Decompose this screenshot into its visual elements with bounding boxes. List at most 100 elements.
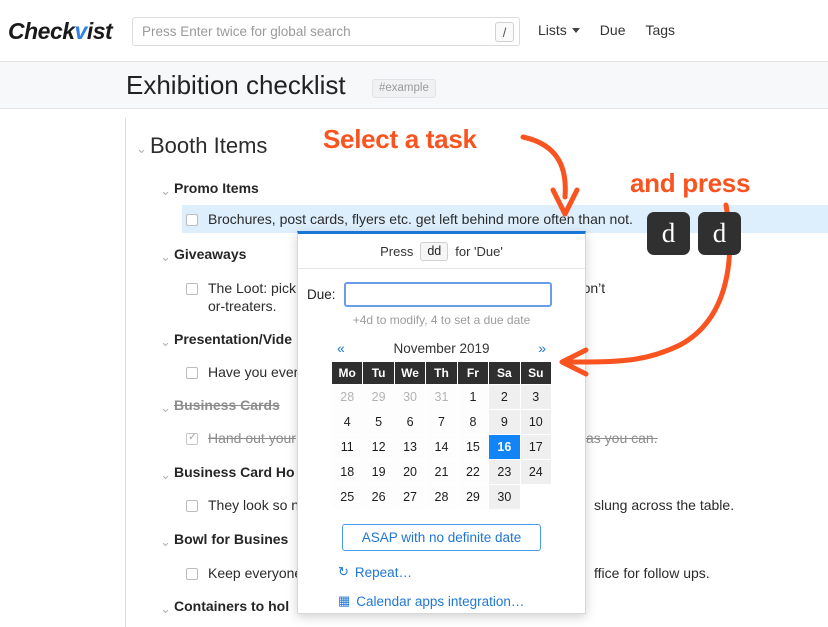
outline-row-promo-items[interactable]: ⌄ Promo Items [160,180,259,197]
nav-item-tags[interactable]: Tags [645,22,675,38]
outline-heading-label: Business Cards [174,397,280,413]
calendar-day-cell[interactable]: 28 [426,485,457,509]
outline-heading-label: Presentation/Vide [174,331,293,347]
calendar-day-cell[interactable]: 12 [363,435,394,459]
calendar-day-cell[interactable]: 9 [489,410,520,434]
calendar-day-cell[interactable]: 13 [394,435,426,459]
calendar-grid: Mo Tu We Th Fr Sa Su 28 29 30 31 1 2 3 4 5 6 7 8 9 10 11 12 13 1… [332,362,551,509]
calendar-day-cell[interactable]: 19 [363,460,394,484]
nav-item-due[interactable]: Due [600,22,626,38]
chevron-down-icon[interactable]: ⌄ [160,401,174,414]
task-row-they-look-so[interactable]: They look so n [186,497,299,513]
calendar-next-month-icon[interactable]: » [533,340,551,356]
calendar-day-cell[interactable]: 25 [332,485,363,509]
calendar-day-selected[interactable]: 16 [489,435,520,459]
chevron-down-icon[interactable]: ⌄ [160,535,174,548]
outline-row-bowl-for-business[interactable]: ⌄ Bowl for Busines [160,531,288,548]
task-checkbox[interactable] [186,214,198,226]
repeat-link-label: Repeat… [354,564,412,580]
annotation-select-a-task: Select a task [323,124,477,154]
calendar-day-cell[interactable]: 28 [332,385,363,409]
due-popup-hint-for: for 'Due' [455,243,503,259]
chevron-down-icon[interactable]: ⌄ [160,184,174,197]
task-checkbox[interactable] [186,568,198,580]
outline-row-containers[interactable]: ⌄ Containers to hol [160,598,289,615]
calendar-day-cell[interactable]: 29 [457,485,489,509]
task-checkbox[interactable] [186,500,198,512]
calendar-day-cell[interactable]: 27 [394,485,426,509]
keycap-d-second: d [698,212,741,255]
calendar-day-cell[interactable]: 20 [394,460,426,484]
logo-text-prefix: Check [8,18,75,44]
logo-text-suffix: ist [86,18,113,44]
calendar-day-cell[interactable]: 30 [489,485,520,509]
calendar-day-cell[interactable]: 17 [520,435,551,459]
outline-row-presentation-video[interactable]: ⌄ Presentation/Vide [160,331,292,348]
repeat-icon: ↻ [338,564,349,579]
calendar-weekday-header: Su [520,362,551,384]
calendar-navigation: « November 2019 » [332,340,551,356]
calendar-day-cell[interactable]: 6 [394,410,426,434]
page-title: Exhibition checklist [126,70,346,100]
search-shortcut-key-badge: / [495,22,514,42]
task-checkbox[interactable] [186,283,198,295]
task-row-the-loot[interactable]: The Loot: pick [186,280,296,296]
task-checkbox[interactable] [186,367,198,379]
task-row-keep-everyone[interactable]: Keep everyone [186,565,302,581]
task-label: They look so n [208,497,300,513]
chevron-down-icon[interactable]: ⌄ [160,250,174,263]
calendar-day-cell[interactable]: 11 [332,435,363,459]
due-date-input[interactable] [343,282,552,307]
app-logo[interactable]: Checkvist [8,18,113,45]
calendar-day-cell[interactable]: 3 [520,385,551,409]
calendar-day-cell[interactable]: 22 [457,460,489,484]
calendar-integration-link[interactable]: ▦ Calendar apps integration… [338,593,585,609]
nav-item-lists[interactable]: Lists [538,22,580,38]
task-label-tail: as you can. [586,430,658,446]
calendar-day-cell[interactable]: 4 [332,410,363,434]
calendar-day-cell[interactable]: 14 [426,435,457,459]
outline-row-booth-items[interactable]: ⌄ Booth Items [136,133,267,159]
chevron-down-icon[interactable]: ⌄ [160,335,174,348]
chevron-down-icon[interactable]: ⌄ [160,468,174,481]
calendar-day-cell[interactable]: 7 [426,410,457,434]
calendar-day-cell[interactable]: 21 [426,460,457,484]
calendar-day-cell[interactable]: 23 [489,460,520,484]
task-label-tail: slung across the table. [594,497,735,513]
outline-heading-label: Promo Items [174,180,259,196]
asap-no-definite-date-button[interactable]: ASAP with no definite date [342,524,541,551]
calendar-day-cell[interactable]: 26 [363,485,394,509]
calendar-prev-month-icon[interactable]: « [332,340,350,356]
calendar-day-cell[interactable]: 18 [332,460,363,484]
indent-guide-line [125,118,126,627]
calendar-day-cell[interactable]: 15 [457,435,489,459]
calendar-day-cell[interactable]: 5 [363,410,394,434]
calendar-day-cell[interactable]: 24 [520,460,551,484]
calendar-day-cell[interactable]: 8 [457,410,489,434]
task-row-have-you-ever[interactable]: Have you ever [186,364,298,380]
task-checkbox[interactable] [186,430,198,445]
calendar-icon: ▦ [338,593,351,608]
due-field-label: Due: [307,287,336,302]
chevron-down-icon[interactable]: ⌄ [136,142,150,155]
calendar-day-cell[interactable]: 30 [394,385,426,409]
global-search-box[interactable]: / [132,17,520,46]
task-row-hand-out-your[interactable]: Hand out your [186,430,296,446]
calendar-day-cell[interactable]: 1 [457,385,489,409]
repeat-link[interactable]: ↻ Repeat… [338,564,585,580]
calendar-day-cell[interactable]: 2 [489,385,520,409]
search-input[interactable] [133,19,463,44]
calendar-weekday-header: Mo [332,362,363,384]
app-window: Checkvist / Lists Due Tags Exhibition ch… [0,0,828,627]
date-picker: « November 2019 » Mo Tu We Th Fr Sa Su 28 29 30 31… [332,340,551,509]
outline-row-giveaways[interactable]: ⌄ Giveaways [160,246,246,263]
task-label: Keep everyone [208,565,303,581]
calendar-day-cell[interactable]: 31 [426,385,457,409]
chevron-down-icon[interactable]: ⌄ [160,602,174,615]
calendar-day-cell[interactable]: 29 [363,385,394,409]
outline-row-business-card-holder[interactable]: ⌄ Business Card Ho [160,464,295,481]
page-tag-badge[interactable]: #example [372,79,436,98]
calendar-day-cell[interactable]: 10 [520,410,551,434]
task-row-brochures[interactable]: Brochures, post cards, flyers etc. get l… [186,211,633,227]
outline-row-business-cards[interactable]: ⌄ Business Cards [160,397,280,414]
